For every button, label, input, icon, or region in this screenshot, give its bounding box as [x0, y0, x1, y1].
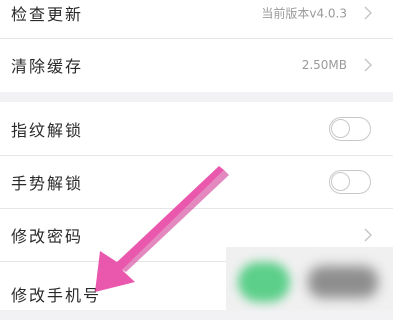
fingerprint-unlock-label: 指纹解锁 — [11, 120, 84, 140]
chevron-right-icon — [364, 58, 372, 71]
toggle-knob — [331, 118, 350, 138]
settings-group-general: 检查更新 当前版本v4.0.3 清除缓存 2.50MB — [0, 0, 393, 92]
chevron-right-icon — [364, 228, 372, 241]
toggle-knob — [331, 171, 350, 191]
watermark-logo — [238, 262, 290, 302]
current-version-value: 当前版本v4.0.3 — [261, 6, 347, 20]
clear-cache-label: 清除缓存 — [11, 56, 84, 76]
fingerprint-unlock-row: 指纹解锁 — [0, 102, 393, 155]
check-update-row[interactable]: 检查更新 当前版本v4.0.3 — [0, 0, 393, 39]
change-phone-label: 修改手机号 — [11, 285, 102, 305]
gesture-unlock-label: 手势解锁 — [11, 173, 84, 193]
fingerprint-unlock-toggle[interactable] — [329, 116, 371, 141]
check-update-label: 检查更新 — [11, 4, 84, 24]
gesture-unlock-row: 手势解锁 — [0, 155, 393, 208]
watermark-text — [308, 266, 378, 298]
change-password-label: 修改密码 — [11, 226, 84, 246]
chevron-right-icon — [364, 6, 372, 19]
gesture-unlock-toggle[interactable] — [329, 169, 371, 194]
clear-cache-row[interactable]: 清除缓存 2.50MB — [0, 38, 393, 91]
cache-size-value: 2.50MB — [301, 57, 347, 72]
